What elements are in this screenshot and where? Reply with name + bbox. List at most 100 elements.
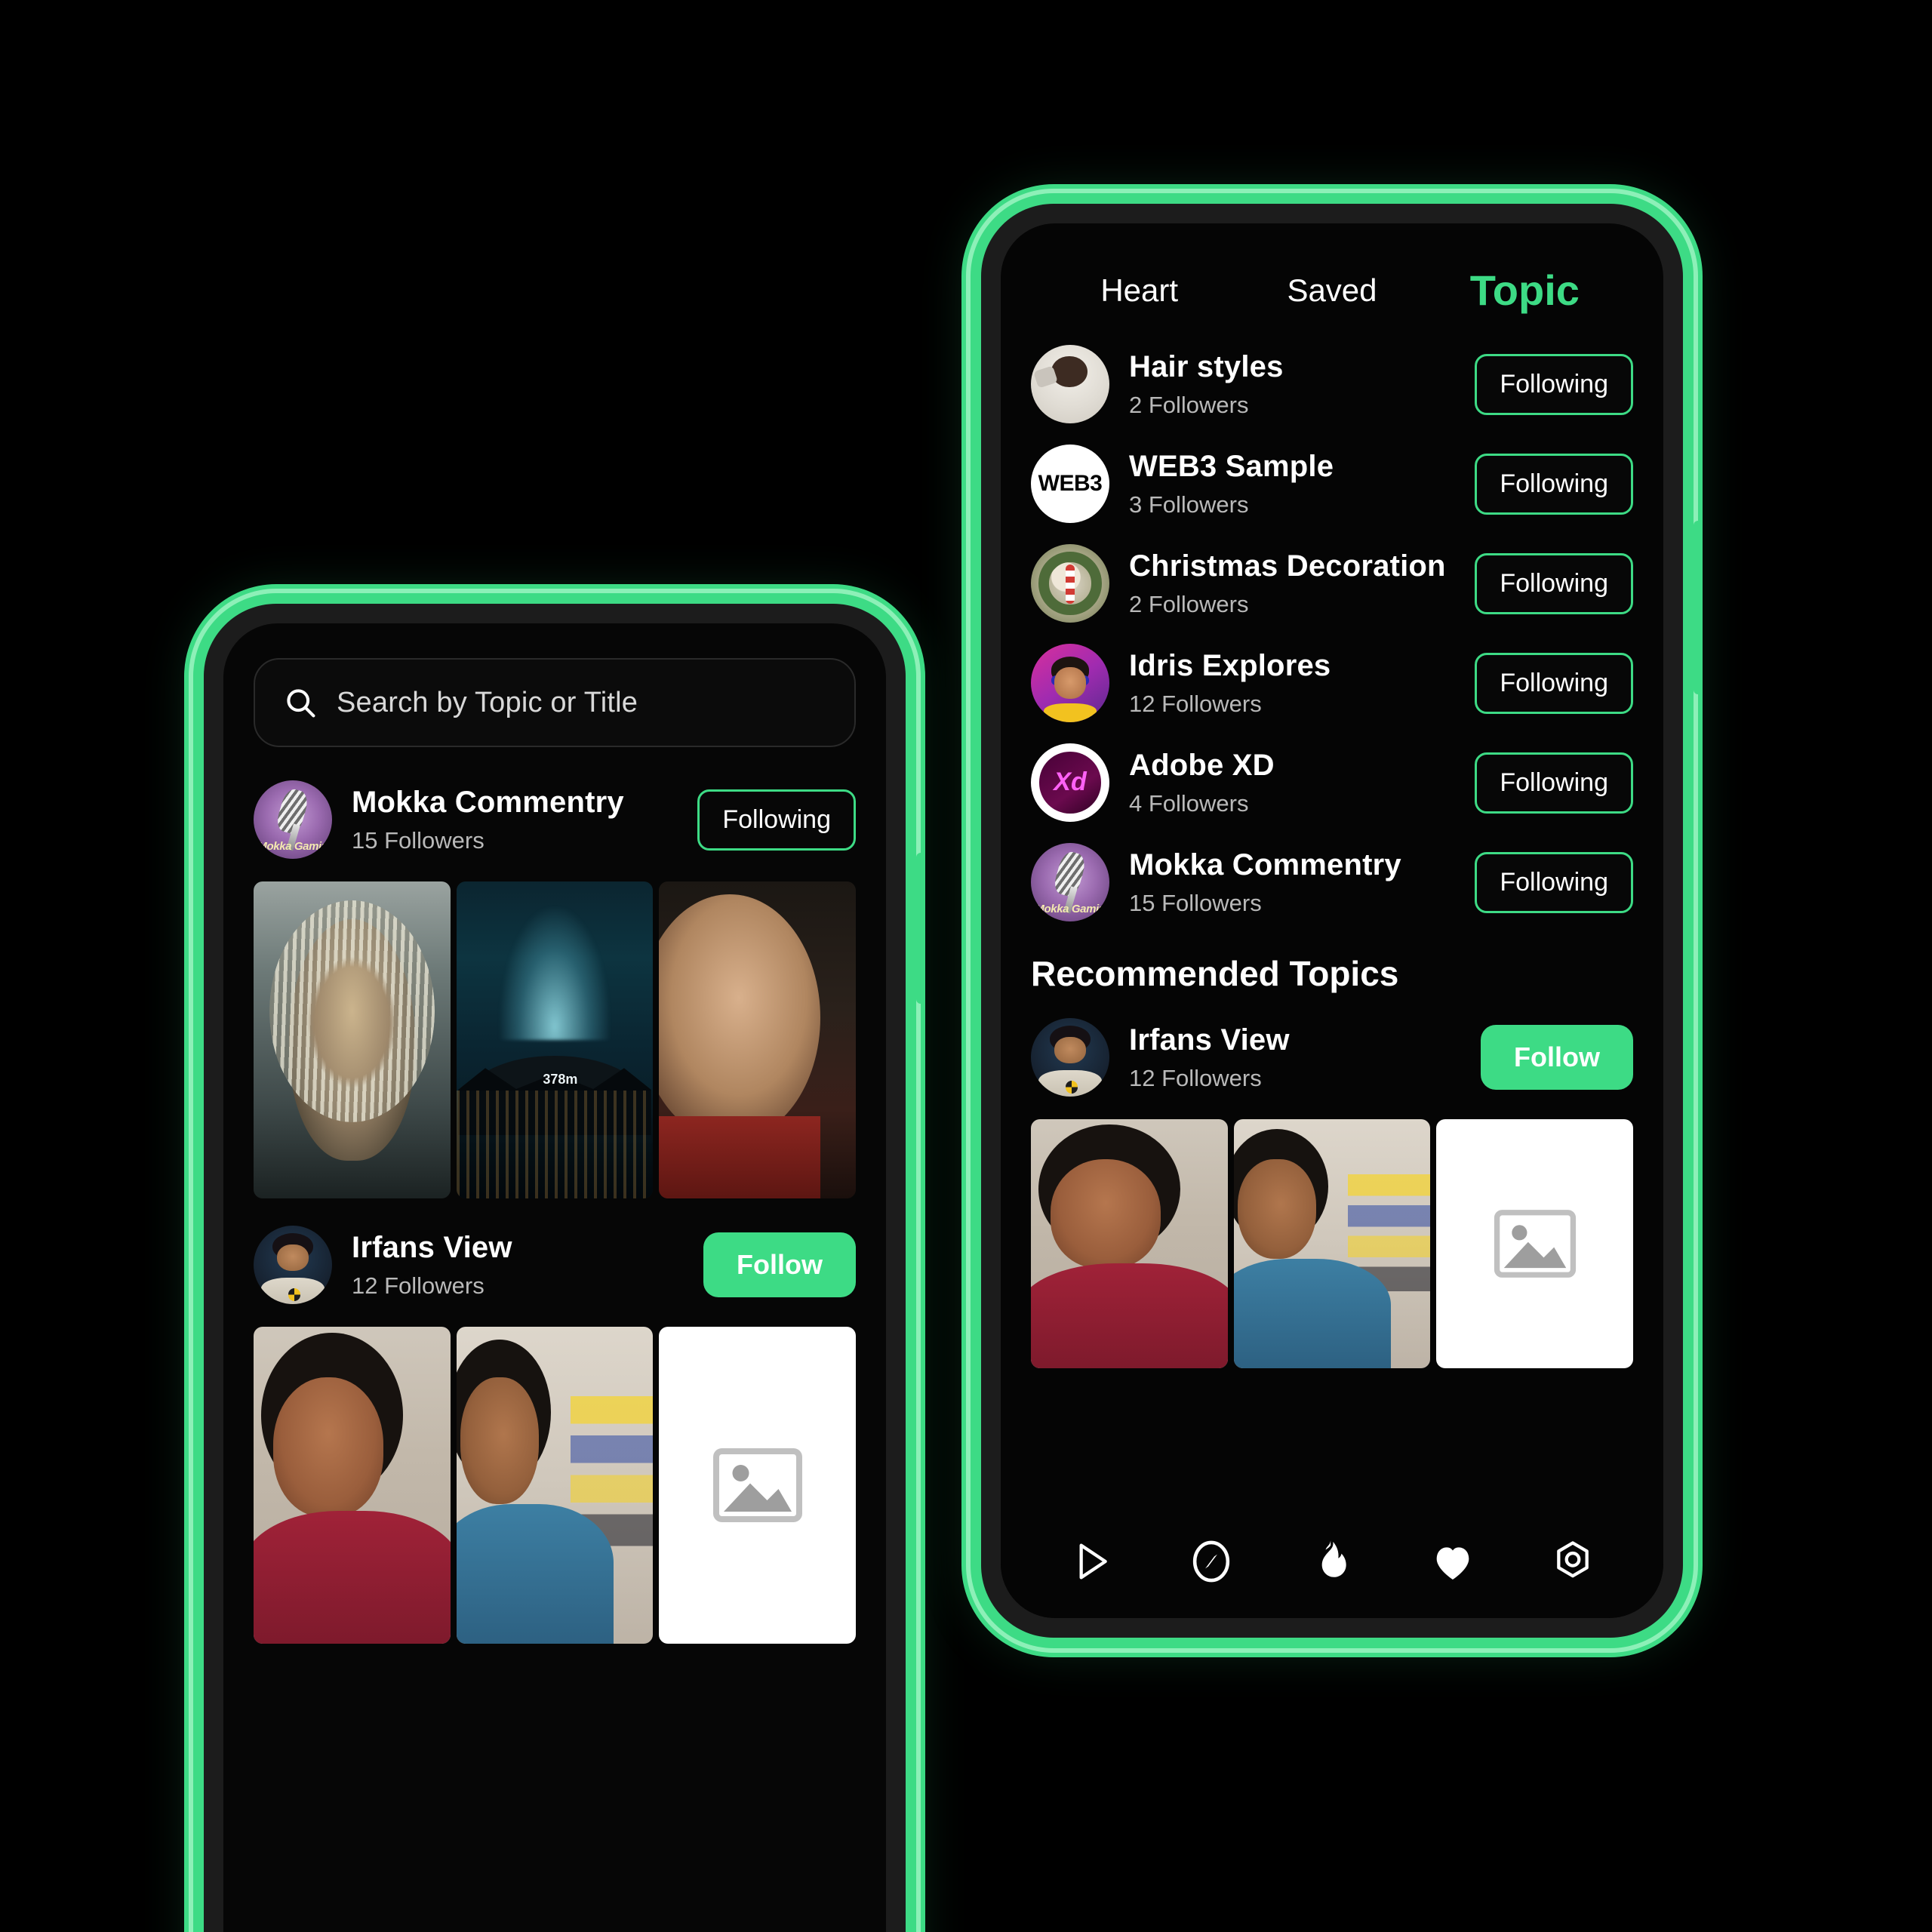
irfan-smiling-thumbnail[interactable] — [1031, 1119, 1228, 1368]
topic-name: Hair styles — [1129, 349, 1284, 383]
search-icon — [287, 689, 315, 718]
image-placeholder-thumbnail[interactable] — [659, 1327, 857, 1644]
topic-name: WEB3 Sample — [1129, 449, 1334, 483]
mokka-commentry-avatar: Mokka Gamin — [254, 780, 332, 859]
hair-styles-avatar — [1031, 345, 1109, 423]
channel-name: Irfans View — [352, 1230, 512, 1264]
irfan-smiling-thumbnail[interactable] — [254, 1327, 451, 1644]
search-placeholder: Search by Topic or Title — [337, 686, 638, 718]
adobe-xd-avatar: Xd — [1031, 743, 1109, 822]
image-placeholder-icon — [712, 1448, 802, 1522]
follower-count: 12 Followers — [1129, 1065, 1262, 1091]
idris-avatar — [1031, 644, 1109, 722]
web3-avatar-text: WEB3 — [1038, 471, 1103, 496]
camera-icon — [1557, 1541, 1589, 1578]
topic-row-text: Idris Explores 12 Followers — [1129, 648, 1455, 718]
feed-row-mokka-commentry[interactable]: Mokka Gamin Mokka Commentry 15 Followers… — [223, 767, 886, 872]
topic-name: Irfans View — [1129, 1023, 1290, 1057]
following-button[interactable]: Following — [1475, 353, 1633, 415]
following-button[interactable]: Following — [1475, 552, 1633, 614]
glasses-icon — [1051, 675, 1089, 686]
nav-trending-button[interactable] — [1305, 1534, 1359, 1589]
follow-button[interactable]: Follow — [703, 1232, 856, 1297]
channel-name: Mokka Commentry — [352, 785, 624, 819]
topic-row-christmas-decoration[interactable]: Christmas Decoration 2 Followers Followi… — [1001, 534, 1663, 633]
following-button[interactable]: Following — [1475, 851, 1633, 913]
topic-list: Hair styles 2 Followers Following WEB3 W… — [1001, 331, 1663, 932]
thumbnail-strip-irfans-view — [223, 1318, 886, 1657]
play-icon — [1079, 1543, 1107, 1580]
feed-row-irfans-view[interactable]: Irfans View 12 Followers Follow — [223, 1212, 886, 1318]
follower-count: 15 Followers — [352, 827, 485, 854]
topic-row-hair-styles[interactable]: Hair styles 2 Followers Following — [1001, 334, 1663, 434]
compass-icon — [1193, 1540, 1230, 1583]
tab-topic[interactable]: Topic — [1429, 266, 1621, 315]
follower-count: 2 Followers — [1129, 392, 1249, 418]
phone-mockup-left: Search by Topic or Title Mokka Gamin Mok… — [204, 604, 925, 1932]
search-input[interactable]: Search by Topic or Title — [254, 658, 856, 747]
avatar-watermark: Mokka Gamin — [257, 839, 328, 853]
irfan-shop-thumbnail[interactable] — [456, 1327, 654, 1644]
follower-count: 3 Followers — [1129, 491, 1249, 518]
avatar-watermark: Mokka Gamin — [1035, 902, 1106, 915]
following-button[interactable]: Following — [1475, 652, 1633, 714]
tab-saved[interactable]: Saved — [1235, 272, 1428, 309]
topic-row-idris-explores[interactable]: Idris Explores 12 Followers Following — [1001, 633, 1663, 733]
irfans-view-avatar — [1031, 1018, 1109, 1097]
topic-name: Adobe XD — [1129, 748, 1275, 782]
thumbnail-strip-mokka: 378m — [223, 872, 886, 1212]
topic-row-adobe-xd[interactable]: Xd Adobe XD 4 Followers Following — [1001, 733, 1663, 832]
feed-row-text: Mokka Commentry 15 Followers — [352, 785, 678, 854]
follower-count: 4 Followers — [1129, 790, 1249, 817]
mokka-commentry-avatar: Mokka Gamin — [1031, 843, 1109, 921]
phone-screen-right: Heart Saved Topic Hair styles 2 Follower… — [1001, 223, 1663, 1618]
batman-thumbnail[interactable]: 378m — [456, 881, 654, 1198]
irfan-shop-thumbnail[interactable] — [1233, 1119, 1431, 1368]
search-section: Search by Topic or Title — [223, 623, 886, 767]
web3-avatar: WEB3 — [1031, 445, 1109, 523]
following-button[interactable]: Following — [1475, 453, 1633, 515]
feed-row-text: Irfans View 12 Followers — [352, 1230, 684, 1300]
nav-likes-button[interactable] — [1426, 1534, 1480, 1589]
tab-heart[interactable]: Heart — [1043, 272, 1235, 309]
follower-count: 15 Followers — [1129, 890, 1262, 916]
christmas-avatar — [1031, 544, 1109, 623]
topic-row-text: Hair styles 2 Followers — [1129, 349, 1455, 419]
adobe-xd-avatar-text: Xd — [1054, 768, 1087, 797]
doctor-strange-thumbnail[interactable] — [659, 881, 857, 1198]
witcher-thumbnail[interactable] — [254, 881, 451, 1198]
follow-button[interactable]: Follow — [1481, 1025, 1633, 1090]
follower-count: 12 Followers — [1129, 691, 1262, 717]
following-button[interactable]: Following — [697, 789, 856, 851]
phone-side-button[interactable] — [916, 853, 925, 1004]
irfans-view-avatar — [254, 1226, 332, 1304]
image-placeholder-thumbnail[interactable] — [1436, 1119, 1634, 1368]
image-placeholder-icon — [1494, 1210, 1576, 1278]
recommended-row-text: Irfans View 12 Followers — [1129, 1023, 1461, 1092]
topic-row-text: Christmas Decoration 2 Followers — [1129, 549, 1455, 618]
topic-row-text: Adobe XD 4 Followers — [1129, 748, 1455, 817]
nav-camera-button[interactable] — [1546, 1534, 1600, 1589]
topic-row-text: Mokka Commentry 15 Followers — [1129, 848, 1455, 917]
phone-screen-left: Search by Topic or Title Mokka Gamin Mok… — [223, 623, 886, 1932]
following-button[interactable]: Following — [1475, 752, 1633, 814]
topic-row-mokka-commentry[interactable]: Mokka Gamin Mokka Commentry 15 Followers… — [1001, 832, 1663, 932]
canvas: Search by Topic or Title Mokka Gamin Mok… — [0, 0, 1932, 1932]
recommended-topics-heading: Recommended Topics — [1031, 954, 1399, 993]
recommended-row-irfans-view[interactable]: Irfans View 12 Followers Follow — [1001, 1004, 1663, 1110]
topic-row-web3-sample[interactable]: WEB3 WEB3 Sample 3 Followers Following — [1001, 434, 1663, 534]
tab-bar: Heart Saved Topic — [1001, 223, 1663, 331]
bottom-navigation-bar — [1001, 1505, 1663, 1618]
phone-mockup-right: Heart Saved Topic Hair styles 2 Follower… — [981, 204, 1703, 1638]
topic-name: Mokka Commentry — [1129, 848, 1401, 881]
follower-count: 12 Followers — [352, 1272, 485, 1299]
flame-icon — [1321, 1540, 1346, 1577]
thumbnail-distance-label: 378m — [543, 1072, 578, 1087]
follower-count: 2 Followers — [1129, 591, 1249, 617]
topic-row-text: WEB3 Sample 3 Followers — [1129, 449, 1455, 518]
phone-side-button[interactable] — [1694, 521, 1703, 694]
nav-play-button[interactable] — [1064, 1534, 1118, 1589]
heart-icon — [1436, 1547, 1469, 1580]
nav-explore-button[interactable] — [1184, 1534, 1238, 1589]
topic-name: Idris Explores — [1129, 648, 1331, 682]
